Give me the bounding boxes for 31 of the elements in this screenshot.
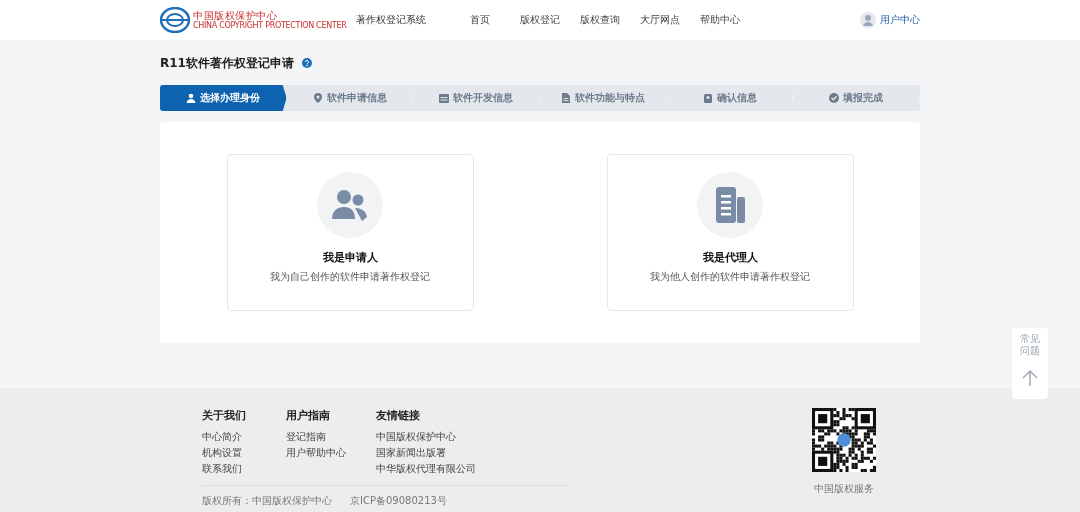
page-title: R11软件著作权登记申请 [160,54,294,72]
logo-title: 中国版权保护中心 [193,10,278,21]
nav-link[interactable]: 大厅网点 [630,13,690,27]
footer-link[interactable]: 机构设置 [202,447,246,459]
identity-card[interactable]: 我是代理人 我为他人创作的软件申请著作权登记 [606,154,854,311]
nav-link[interactable]: 版权查询 [570,13,630,27]
copyright-text: 版权所有：中国版权保护中心 [202,494,332,508]
nav-link[interactable]: 版权登记 [510,13,570,27]
footer-heading: 关于我们 [202,408,246,423]
logo-subtitle: CHINA COPYRIGHT PROTECTION CENTER [193,21,347,30]
icp-text: 京ICP备09080213号 [350,494,447,508]
footer-link[interactable]: 中华版权代理有限公司 [376,463,476,475]
footer-link[interactable]: 用户帮助中心 [286,447,346,459]
footer-link[interactable]: 国家新闻出版署 [376,447,476,459]
system-name: 著作权登记系统 [356,13,427,27]
card-title: 我是代理人 [702,250,758,265]
card-description: 我为自己创作的软件申请著作权登记 [270,270,430,284]
card-description: 我为他人创作的软件申请著作权登记 [650,270,810,284]
footer-link[interactable]: 登记指南 [286,431,346,443]
footer-heading: 用户指南 [286,408,331,423]
footer-link[interactable]: 联系我们 [202,463,246,475]
user-center-link[interactable]: 用户中心 [880,13,920,27]
footer-heading: 友情链接 [376,408,421,423]
nav-link[interactable]: 帮助中心 [690,13,750,27]
card-title: 我是申请人 [322,250,378,265]
nav-link[interactable]: 首页 [450,13,510,27]
footer-link[interactable]: 中国版权保护中心 [376,431,476,443]
identity-card[interactable]: 我是申请人 我为自己创作的软件申请著作权登记 [226,154,474,311]
footer-link[interactable]: 中心简介 [202,431,246,443]
qr-caption: 中国版权服务 [814,482,874,496]
step-tab[interactable]: 选择办理身份 [160,85,287,111]
